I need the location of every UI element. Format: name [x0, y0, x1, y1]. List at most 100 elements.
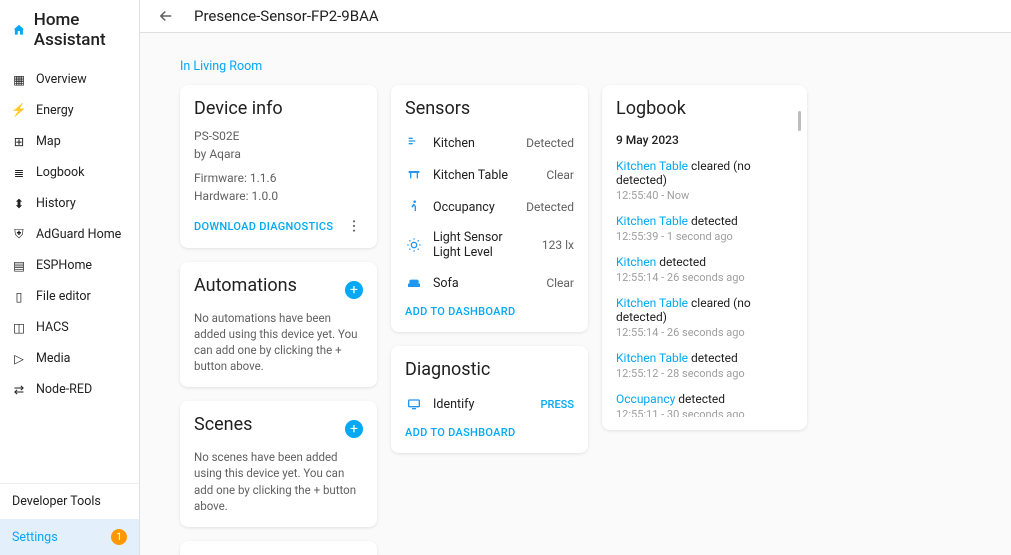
sidebar-item-media[interactable]: ▷ Media — [0, 343, 139, 374]
log-event: detected — [675, 392, 725, 406]
help-text: No automations have been added using thi… — [194, 310, 363, 374]
bolt-icon: ⚡ — [12, 104, 26, 118]
device-manufacturer: by Aqara — [194, 145, 363, 163]
shield-icon: ⛨ — [12, 228, 26, 242]
content: In Living Room Device info PS-S02E by Aq… — [140, 33, 1011, 555]
sidebar-item-logbook[interactable]: ≣ Logbook — [0, 157, 139, 188]
card-title: Automations — [194, 275, 297, 296]
sensor-row[interactable]: Kitchen Detected — [405, 127, 574, 159]
logbook-entry[interactable]: Kitchen Table cleared (no detected) 12:5… — [616, 290, 793, 345]
brand[interactable]: Home Assistant — [0, 0, 139, 60]
help-text: No scenes have been added using this dev… — [194, 449, 363, 513]
logbook-date: 9 May 2023 — [616, 133, 793, 147]
automations-card: Automations + No automations have been a… — [180, 262, 377, 387]
chart-icon: ⬍ — [12, 197, 26, 211]
sensor-label: Kitchen — [433, 136, 516, 151]
log-time: 12:55:40 - Now — [616, 189, 793, 202]
sidebar-item-overview[interactable]: ▦Overview — [0, 64, 139, 95]
card-title: Device info — [194, 98, 363, 119]
diagnostic-label: Identify — [433, 397, 531, 412]
sensor-label: Kitchen Table — [433, 168, 536, 183]
sensor-label: Occupancy — [433, 200, 516, 215]
scenes-card: Scenes + No scenes have been added using… — [180, 401, 377, 526]
sensor-row[interactable]: Kitchen Table Clear — [405, 159, 574, 191]
motion-icon — [405, 134, 423, 152]
add-automation-button[interactable]: + — [345, 281, 363, 299]
topbar: Presence-Sensor-FP2-9BAA — [140, 0, 1011, 33]
home-assistant-icon — [12, 21, 26, 39]
log-time: 12:55:11 - 30 seconds ago — [616, 408, 793, 417]
sensor-row[interactable]: Light Sensor Light Level 123 lx — [405, 223, 574, 267]
sensor-row[interactable]: Sofa Clear — [405, 267, 574, 299]
press-button[interactable]: PRESS — [541, 398, 574, 411]
log-entity: Occupancy — [616, 392, 675, 406]
sidebar-item-adguard[interactable]: ⛨ AdGuard Home — [0, 219, 139, 250]
card-title: Logbook — [616, 98, 793, 119]
logbook-entry[interactable]: Kitchen Table cleared (no detected) 12:5… — [616, 153, 793, 208]
table-icon — [405, 166, 423, 184]
sidebar-item-label: History — [36, 196, 76, 211]
sensor-value: Detected — [526, 200, 574, 214]
nav-list: ▦Overview ⚡ Energy ⊞Map ≣ Logbook ⬍ History… — [0, 60, 139, 483]
sensor-value: Clear — [546, 276, 574, 290]
sidebar-item-settings[interactable]: Settings 1 — [0, 519, 139, 555]
back-button[interactable] — [156, 6, 176, 26]
list-icon: ≣ — [12, 166, 26, 180]
sidebar-item-hacs[interactable]: ◫HACS — [0, 312, 139, 343]
log-entity: Kitchen Table — [616, 159, 688, 173]
sidebar-item-label: HACS — [36, 320, 69, 335]
sensor-row[interactable]: Occupancy Detected — [405, 191, 574, 223]
sidebar-item-label: AdGuard Home — [36, 227, 121, 242]
add-to-dashboard-button[interactable]: ADD TO DASHBOARD — [405, 426, 515, 439]
log-event: detected — [688, 351, 738, 365]
logbook-entry[interactable]: Occupancy detected 12:55:11 - 30 seconds… — [616, 386, 793, 417]
sidebar-item-map[interactable]: ⊞Map — [0, 126, 139, 157]
sidebar-item-developer-tools[interactable]: Developer Tools — [0, 484, 139, 519]
sensor-value: Clear — [546, 168, 574, 182]
sensor-label: Sofa — [433, 276, 536, 291]
sidebar-item-energy[interactable]: ⚡ Energy — [0, 95, 139, 126]
page-title: Presence-Sensor-FP2-9BAA — [194, 7, 379, 25]
play-icon: ▷ — [12, 352, 26, 366]
log-time: 12:55:14 - 26 seconds ago — [616, 271, 793, 284]
logbook-entry[interactable]: Kitchen detected 12:55:14 - 26 seconds a… — [616, 249, 793, 290]
more-menu-button[interactable] — [345, 217, 363, 235]
log-time: 12:55:39 - 1 second ago — [616, 230, 793, 243]
sidebar-item-label: Logbook — [36, 165, 85, 180]
log-time: 12:55:12 - 28 seconds ago — [616, 367, 793, 380]
sidebar-item-nodered[interactable]: ⇄ Node-RED — [0, 374, 139, 405]
sidebar-item-label: Media — [36, 351, 70, 366]
card-title: Scenes — [194, 414, 252, 435]
device-hardware: Hardware: 1.0.0 — [194, 187, 363, 205]
file-icon: ▯ — [12, 290, 26, 304]
diagnostic-row[interactable]: Identify PRESS — [405, 388, 574, 420]
sidebar-item-label: Developer Tools — [12, 494, 101, 509]
sidebar-item-fileeditor[interactable]: ▯ File editor — [0, 281, 139, 312]
sidebar-item-label: Node-RED — [36, 382, 92, 397]
logbook-entry[interactable]: Kitchen Table detected 12:55:39 - 1 seco… — [616, 208, 793, 249]
chip-icon: ▤ — [12, 259, 26, 273]
add-scene-button[interactable]: + — [345, 420, 363, 438]
dots-vertical-icon — [346, 218, 362, 234]
sidebar-item-esphome[interactable]: ▤ ESPHome — [0, 250, 139, 281]
log-entity: Kitchen Table — [616, 214, 688, 228]
add-to-dashboard-button[interactable]: ADD TO DASHBOARD — [405, 305, 515, 318]
card-title: Sensors — [405, 98, 574, 119]
logbook-card: Logbook 9 May 2023 Kitchen Table cleared… — [602, 85, 807, 430]
sensors-card: Sensors Kitchen Detected Kitchen Table C… — [391, 85, 588, 332]
sidebar-item-history[interactable]: ⬍ History — [0, 188, 139, 219]
logbook-entry[interactable]: Kitchen Table detected 12:55:12 - 28 sec… — [616, 345, 793, 386]
scrollbar[interactable] — [798, 111, 801, 131]
sidebar-item-label: ESPHome — [36, 258, 92, 273]
download-diagnostics-button[interactable]: DOWNLOAD DIAGNOSTICS — [194, 220, 333, 233]
map-icon: ⊞ — [12, 135, 26, 149]
sidebar-item-label: File editor — [36, 289, 91, 304]
sensor-value: 123 lx — [542, 238, 574, 252]
sidebar-item-label: Settings — [12, 530, 58, 545]
sidebar-item-label: Energy — [36, 103, 74, 118]
run-icon — [405, 198, 423, 216]
device-model: PS-S02E — [194, 127, 363, 145]
flow-icon: ⇄ — [12, 383, 26, 397]
device-info-card: Device info PS-S02E by Aqara Firmware: 1… — [180, 85, 377, 248]
room-link[interactable]: In Living Room — [180, 59, 262, 74]
